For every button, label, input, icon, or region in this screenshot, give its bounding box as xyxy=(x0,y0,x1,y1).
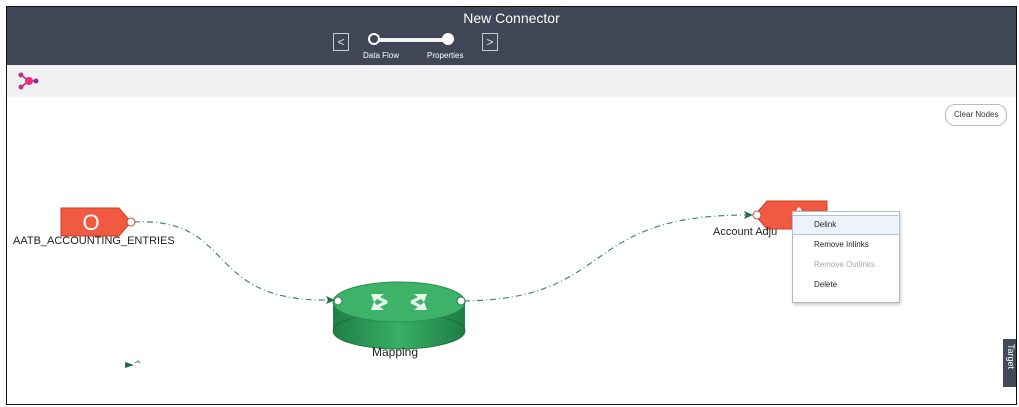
menu-item-delink[interactable]: Delink xyxy=(792,215,900,235)
target-side-tab[interactable]: Target xyxy=(1003,339,1016,387)
next-step-button[interactable]: > xyxy=(482,33,498,51)
link-mapping-to-target xyxy=(463,214,748,302)
connector-icon[interactable] xyxy=(17,71,39,91)
step-properties-dot[interactable] xyxy=(442,33,454,45)
source-node-letter: O xyxy=(82,210,99,235)
data-flow-canvas[interactable]: Clear Nodes O AATB_ACCOUNTING_ENTRIES Ac… xyxy=(7,97,1016,404)
step-progress-track xyxy=(373,38,451,42)
step-properties-label: Properties xyxy=(427,51,464,60)
mapping-node-shape xyxy=(332,281,466,350)
source-node-label: AATB_ACCOUNTING_ENTRIES xyxy=(13,235,175,247)
step-data-flow-dot[interactable] xyxy=(368,33,380,45)
step-data-flow-label: Data Flow xyxy=(363,51,400,60)
target-node-label: Account Adju xyxy=(713,226,778,238)
cursor-mark-icon xyxy=(125,360,141,368)
app-frame: New Connector < Data Flow Properties > C… xyxy=(6,6,1017,405)
link-source-to-mapping xyxy=(133,221,330,301)
menu-item-remove-inlinks[interactable]: Remove Inlinks xyxy=(793,236,899,254)
menu-item-remove-outlinks: Remove Outlinks xyxy=(814,260,875,269)
toolbar xyxy=(7,65,1016,97)
context-menu: Delink Remove Inlinks Remove Outlinks De… xyxy=(792,211,900,303)
header-bar: New Connector < Data Flow Properties > xyxy=(7,7,1016,65)
menu-item-delete[interactable]: Delete xyxy=(793,276,899,294)
target-tab-label: Target xyxy=(1006,344,1016,370)
mapping-node-label: Mapping xyxy=(372,345,419,359)
page-title: New Connector xyxy=(463,10,560,26)
previous-step-button[interactable]: < xyxy=(333,33,349,51)
